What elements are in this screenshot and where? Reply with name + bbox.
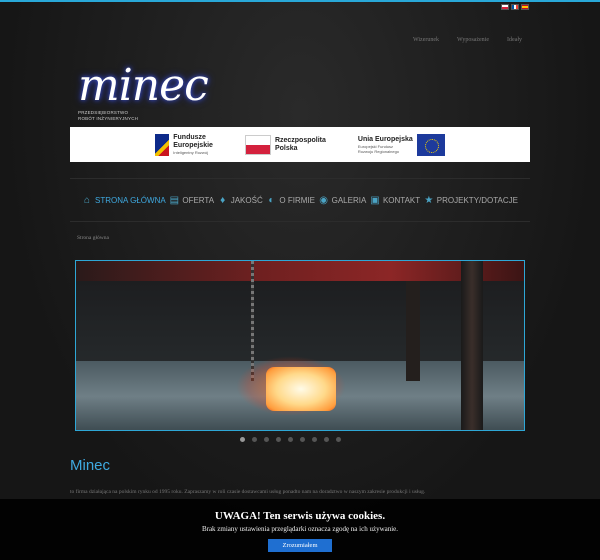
top-nav-item-idealy[interactable]: Ideały (507, 37, 522, 43)
eu-funds-banner: Fundusze Europejskie Inteligentny Rozwój… (70, 127, 530, 162)
slider-dot[interactable] (336, 437, 341, 442)
hero-slider[interactable] (75, 260, 525, 431)
nav-item-galeria[interactable]: ◉ GALERIA (319, 194, 367, 206)
slider-dot[interactable] (252, 437, 257, 442)
intro-text: to firma działająca na polskim rynku od … (70, 489, 426, 495)
flag-fr-icon[interactable] (511, 4, 519, 10)
rp-title-2: Polska (274, 144, 298, 152)
slider-dot[interactable] (312, 437, 317, 442)
slide-hot-metal (266, 367, 336, 411)
nav-label: STRONA GŁÓWNA (95, 195, 166, 205)
fund-ue: Unia Europejska Europejski Fundusz Rozwo… (357, 133, 445, 156)
eye-icon: ◉ (319, 194, 328, 206)
language-switcher (501, 4, 529, 10)
slider-dot[interactable] (264, 437, 269, 442)
slide-post (461, 261, 483, 430)
nav-label: KONTAKT (382, 195, 421, 205)
poland-flag-icon (244, 134, 271, 155)
slider-dot[interactable] (276, 437, 281, 442)
logo-wordmark: minec (78, 60, 209, 111)
nav-item-strona-glowna[interactable]: ⌂ STRONA GŁÓWNA (82, 195, 166, 206)
cookie-banner: UWAGA! Ten serwis używa cookies. Brak zm… (0, 499, 600, 560)
contact-icon: ▣ (370, 194, 380, 206)
logo-subtitle-line2: ROBÓT INŻYNIERYJNYCH (78, 116, 139, 121)
nav-item-oferta[interactable]: ▤ OFERTA (169, 195, 214, 206)
site-logo[interactable]: minec PRZEDSIĘBIORSTWO ROBÓT INŻYNIERYJN… (78, 60, 209, 128)
home-icon: ⌂ (83, 194, 91, 206)
star-icon: ★ (424, 194, 434, 206)
cookie-accept-button[interactable]: Zrozumiałem (268, 539, 332, 552)
fe-subtitle: Inteligentny Rozwój (173, 150, 208, 155)
fe-logo-icon (155, 133, 170, 156)
logo-subtitle: PRZEDSIĘBIORSTWO ROBÓT INŻYNIERYJNYCH (78, 110, 138, 122)
flag-pl-icon[interactable] (501, 4, 509, 10)
nav-label: JAKOŚĆ (230, 195, 263, 205)
top-nav-item-wizerunek[interactable]: Wizerunek (413, 37, 439, 43)
page-title: Minec (70, 457, 111, 474)
slider-dot[interactable] (240, 437, 245, 442)
slide-background-top (76, 261, 524, 281)
nav-item-projekty-dotacje[interactable]: ★ PROJEKTY/DOTACJE (424, 195, 518, 206)
breadcrumb[interactable]: Strona główna (77, 235, 109, 241)
cookie-text: Brak zmiany ustawienia przeglądarki ozna… (201, 525, 399, 533)
rp-title-1: Rzeczpospolita (274, 136, 326, 144)
breadcrumb-home[interactable]: Strona główna (77, 235, 109, 241)
ribbon-icon: ♦ (220, 194, 226, 206)
slide-post (406, 281, 420, 381)
nav-label: OFERTA (182, 195, 215, 205)
fe-title-1: Fundusze (173, 134, 206, 141)
slider-pagination (240, 437, 341, 442)
top-nav: Wizerunek Wyposażenie Ideały (413, 37, 522, 43)
nav-item-kontakt[interactable]: ▣ KONTAKT (370, 195, 420, 206)
slider-dot[interactable] (324, 437, 329, 442)
fe-title-2: Europejskie (173, 142, 213, 149)
nav-label: O FIRMIE (279, 195, 315, 205)
eu-flag-icon (416, 133, 445, 156)
fund-rp: Rzeczpospolita Polska (244, 134, 326, 155)
nav-item-jakosc[interactable]: ♦ JAKOŚĆ (218, 195, 263, 206)
slider-dot[interactable] (300, 437, 305, 442)
cookie-title: UWAGA! Ten serwis używa cookies. (214, 510, 386, 522)
globe-icon: ◐ (268, 194, 275, 206)
ue-subtitle-2: Rozwoju Regionalnego (357, 148, 400, 154)
fund-fe: Fundusze Europejskie Inteligentny Rozwój (155, 133, 213, 156)
flag-es-icon[interactable] (521, 4, 529, 10)
main-nav: ⌂ STRONA GŁÓWNA ▤ OFERTA ♦ JAKOŚĆ ◐ O FI… (70, 178, 530, 222)
top-nav-item-wyposazenie[interactable]: Wyposażenie (457, 37, 489, 43)
slider-dot[interactable] (288, 437, 293, 442)
top-accent-line (0, 0, 600, 2)
document-icon: ▤ (169, 194, 180, 206)
ue-title: Unia Europejska (357, 135, 413, 143)
nav-label: GALERIA (331, 195, 367, 205)
nav-label: PROJEKTY/DOTACJE (436, 195, 518, 205)
nav-item-o-firmie[interactable]: ◐ O FIRMIE (266, 195, 315, 206)
